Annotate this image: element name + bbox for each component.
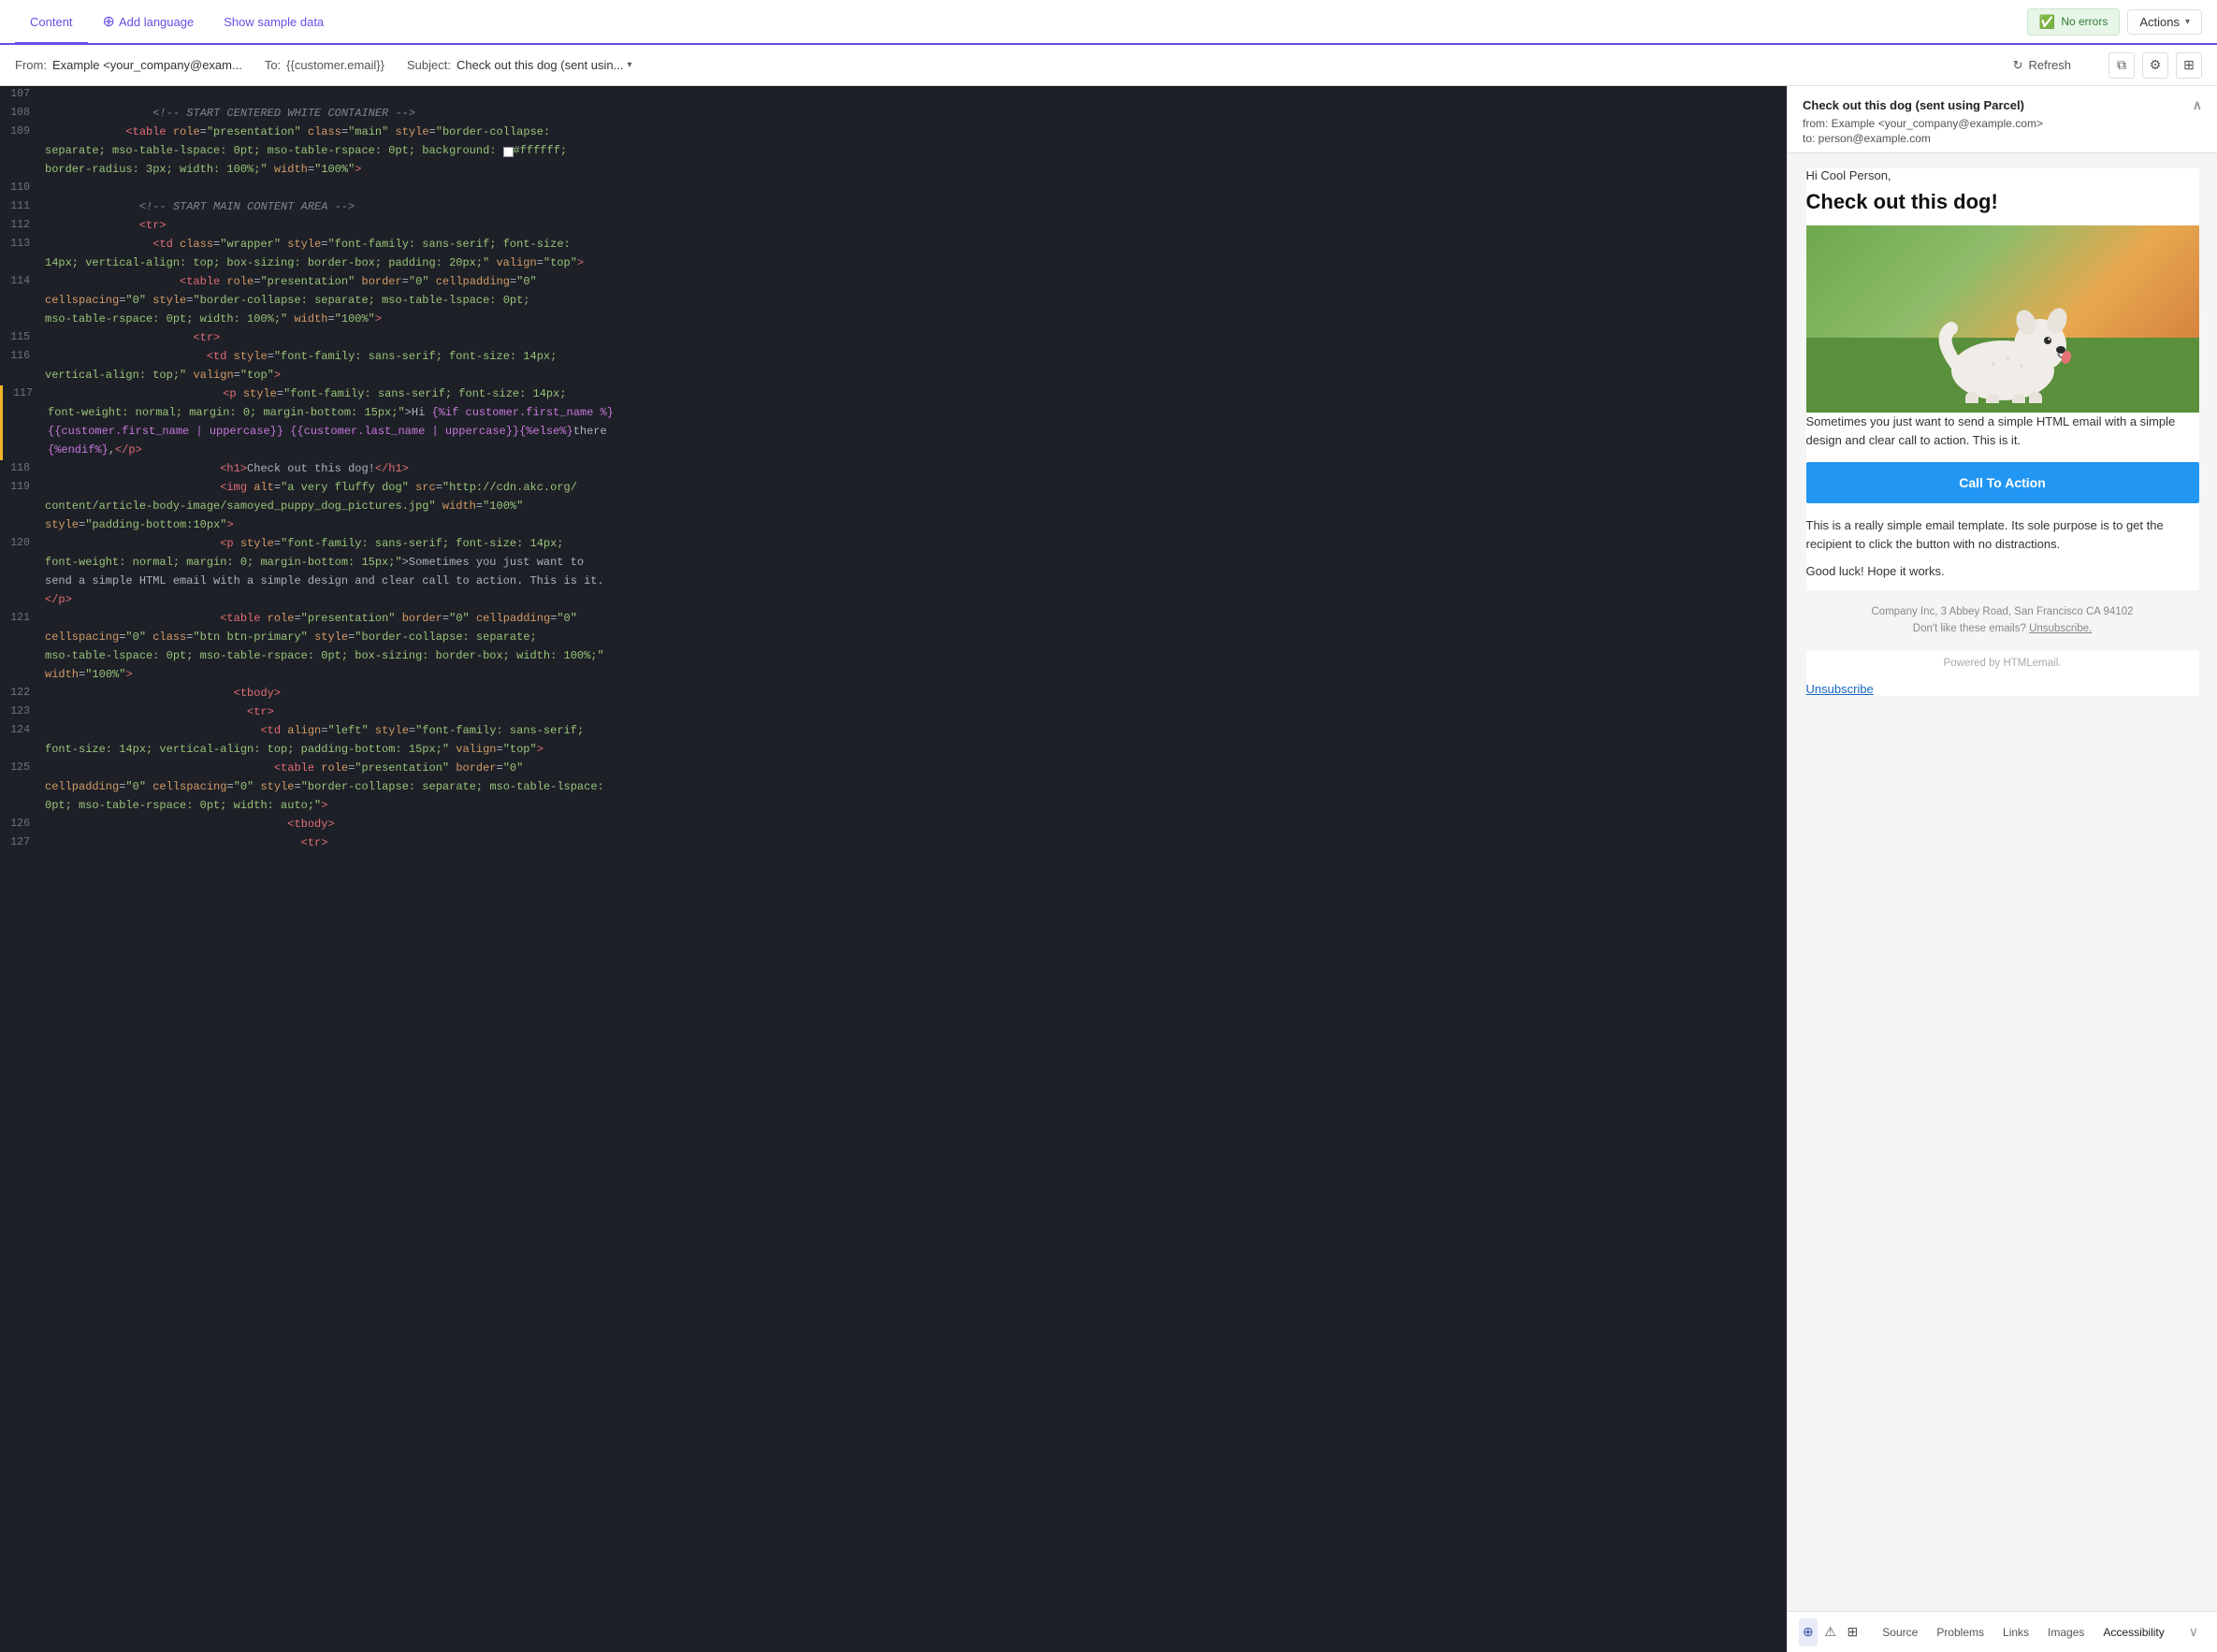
actions-button[interactable]: Actions ▾ [2127, 9, 2202, 35]
preview-meta: from: Example <your_company@example.com>… [1803, 117, 2202, 145]
no-errors-badge: ✅ No errors [2027, 8, 2120, 36]
table-row: width="100%"> [0, 666, 1787, 685]
table-row: 118 <h1>Check out this dog!</h1> [0, 460, 1787, 479]
cta-button[interactable]: Call To Action [1806, 462, 2199, 503]
main-content: 107 108 <!-- START CENTERED WHITE CONTAI… [0, 86, 2217, 1652]
table-row: {%endif%},</p> [0, 442, 1787, 460]
email-powered: Powered by HTMLemail. [1806, 658, 2199, 669]
email-body-text-2: This is a really simple email template. … [1806, 516, 2199, 553]
footer-icon-warning[interactable]: ⚠ [1821, 1618, 1840, 1646]
chevron-down-icon: ▾ [627, 60, 631, 70]
preview-footer: ⊕ ⚠ ⊞ Source Problems Links Images Acces… [1788, 1611, 2217, 1652]
check-circle-icon: ✅ [2039, 14, 2055, 30]
footer-icon-grid[interactable]: ⊞ [1844, 1618, 1862, 1646]
table-row: border-radius: 3px; width: 100%;" width=… [0, 161, 1787, 180]
to-field: To: {{customer.email}} [265, 58, 384, 72]
footer-tab-images[interactable]: Images [2038, 1622, 2094, 1643]
chevron-down-icon: ▾ [2185, 17, 2190, 27]
table-row: 117 <p style="font-family: sans-serif; f… [0, 385, 1787, 404]
table-row: separate; mso-table-lspace: 0pt; mso-tab… [0, 142, 1787, 161]
table-row: 14px; vertical-align: top; box-sizing: b… [0, 254, 1787, 273]
tab-add-language[interactable]: ⊕ Add language [88, 0, 210, 44]
footer-tab-problems[interactable]: Problems [1927, 1622, 1993, 1643]
table-row: font-weight: normal; margin: 0; margin-b… [0, 404, 1787, 423]
from-field: From: Example <your_company@exam... [15, 58, 242, 72]
table-row: 116 <td style="font-family: sans-serif; … [0, 348, 1787, 367]
collapse-button[interactable]: ∨ [2181, 1620, 2206, 1644]
email-body-text-3: Good luck! Hope it works. [1806, 562, 2199, 581]
table-row: cellspacing="0" class="btn btn-primary" … [0, 629, 1787, 647]
table-row: mso-table-lspace: 0pt; mso-table-rspace:… [0, 647, 1787, 666]
footer-unsubscribe-link[interactable]: Unsubscribe. [2029, 623, 2092, 634]
refresh-icon: ↻ [2013, 58, 2023, 73]
table-row: 112 <tr> [0, 217, 1787, 236]
email-footer: Company Inc, 3 Abbey Road, San Francisco… [1806, 590, 2199, 651]
table-row: font-weight: normal; margin: 0; margin-b… [0, 554, 1787, 572]
nav-tabs: Content ⊕ Add language Show sample data [15, 0, 339, 44]
table-row: 111 <!-- START MAIN CONTENT AREA --> [0, 198, 1787, 217]
footer-tab-source[interactable]: Source [1873, 1622, 1927, 1643]
table-row: 127 <tr> [0, 834, 1787, 853]
table-row: content/article-body-image/samoyed_puppy… [0, 498, 1787, 516]
meta-bar: From: Example <your_company@exam... To: … [0, 45, 2217, 86]
table-row: font-size: 14px; vertical-align: top; pa… [0, 741, 1787, 760]
preview-title: Check out this dog (sent using Parcel) ∧ [1803, 97, 2202, 113]
preview-header: Check out this dog (sent using Parcel) ∧… [1788, 86, 2217, 153]
plus-circle-icon: ⊕ [103, 12, 115, 31]
collapse-icon[interactable]: ∧ [2193, 97, 2202, 113]
table-row: {{customer.first_name | uppercase}} {{cu… [0, 423, 1787, 442]
tab-show-sample[interactable]: Show sample data [209, 2, 339, 42]
settings-icon-button[interactable]: ⚙ [2142, 52, 2168, 79]
top-nav: Content ⊕ Add language Show sample data … [0, 0, 2217, 45]
table-row: style="padding-bottom:10px"> [0, 516, 1787, 535]
subject-dropdown[interactable]: Check out this dog (sent usin... ▾ [456, 58, 632, 72]
app-container: Content ⊕ Add language Show sample data … [0, 0, 2217, 1652]
table-row: 110 [0, 180, 1787, 198]
preview-panel: Check out this dog (sent using Parcel) ∧… [1787, 86, 2217, 1652]
table-row: 0pt; mso-table-rspace: 0pt; width: auto;… [0, 797, 1787, 816]
tab-content[interactable]: Content [15, 2, 88, 44]
email-dog-image [1806, 225, 2199, 413]
code-editor[interactable]: 107 108 <!-- START CENTERED WHITE CONTAI… [0, 86, 1787, 1652]
table-row: 119 <img alt="a very fluffy dog" src="ht… [0, 479, 1787, 498]
footer-tab-links[interactable]: Links [1993, 1622, 2038, 1643]
table-row: 125 <table role="presentation" border="0… [0, 760, 1787, 778]
preview-body[interactable]: Hi Cool Person, Check out this dog! [1788, 153, 2217, 1611]
dog-svg [1919, 282, 2087, 403]
subject-field: Subject: Check out this dog (sent usin..… [407, 58, 632, 72]
table-row: send a simple HTML email with a simple d… [0, 572, 1787, 591]
table-row: 108 <!-- START CENTERED WHITE CONTAINER … [0, 105, 1787, 123]
email-preview: Hi Cool Person, Check out this dog! [1806, 168, 2199, 696]
email-headline: Check out this dog! [1806, 190, 2199, 214]
table-row: mso-table-rspace: 0pt; width: 100%;" wid… [0, 311, 1787, 329]
table-row: </p> [0, 591, 1787, 610]
table-row: 122 <tbody> [0, 685, 1787, 703]
email-greeting: Hi Cool Person, [1806, 168, 2199, 182]
table-row: 115 <tr> [0, 329, 1787, 348]
unsubscribe-link[interactable]: Unsubscribe [1806, 682, 1874, 696]
table-row: 120 <p style="font-family: sans-serif; f… [0, 535, 1787, 554]
table-row: cellpadding="0" cellspacing="0" style="b… [0, 778, 1787, 797]
table-row: 114 <table role="presentation" border="0… [0, 273, 1787, 292]
refresh-button[interactable]: ↻ Refresh [2013, 58, 2071, 73]
footer-tabs: Source Problems Links Images Accessibili… [1873, 1622, 2173, 1643]
table-row: 126 <tbody> [0, 816, 1787, 834]
table-row: 109 <table role="presentation" class="ma… [0, 123, 1787, 142]
table-row: 124 <td align="left" style="font-family:… [0, 722, 1787, 741]
table-row: 121 <table role="presentation" border="0… [0, 610, 1787, 629]
table-row: 107 [0, 86, 1787, 105]
table-row: cellspacing="0" style="border-collapse: … [0, 292, 1787, 311]
table-row: 123 <tr> [0, 703, 1787, 722]
grid-icon-button[interactable]: ⊞ [2176, 52, 2202, 79]
footer-icon-nav[interactable]: ⊕ [1799, 1618, 1818, 1646]
toolbar-icons: ⧉ ⚙ ⊞ [2108, 52, 2202, 79]
table-row: vertical-align: top;" valign="top"> [0, 367, 1787, 385]
email-body-text-1: Sometimes you just want to send a simple… [1806, 413, 2199, 449]
table-row: 113 <td class="wrapper" style="font-fami… [0, 236, 1787, 254]
footer-tab-accessibility[interactable]: Accessibility [2094, 1622, 2173, 1643]
email-unsubscribe: Unsubscribe [1806, 682, 2199, 696]
copy-icon-button[interactable]: ⧉ [2108, 52, 2135, 79]
